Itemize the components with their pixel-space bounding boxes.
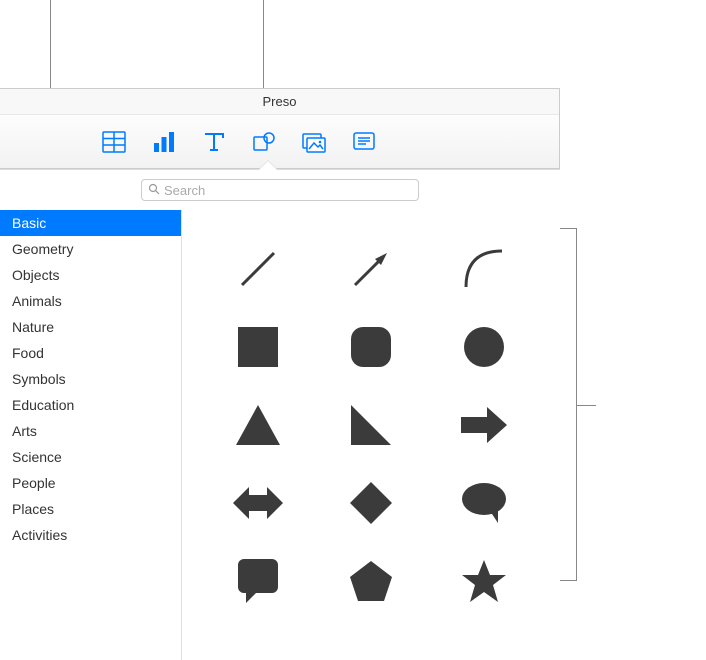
shape-arrow-left-right[interactable] bbox=[228, 473, 288, 533]
search-input[interactable] bbox=[164, 183, 412, 198]
sidebar-item-basic[interactable]: Basic bbox=[0, 210, 181, 236]
shape-icon bbox=[252, 131, 276, 153]
shape-diamond[interactable] bbox=[341, 473, 401, 533]
shape-line[interactable] bbox=[228, 239, 288, 299]
sidebar-item-label: Food bbox=[12, 345, 44, 361]
sidebar-item-education[interactable]: Education bbox=[0, 392, 181, 418]
sidebar-item-animals[interactable]: Animals bbox=[0, 288, 181, 314]
sidebar-item-label: Symbols bbox=[12, 371, 66, 387]
popover-body: Basic Geometry Objects Animals Nature Food Sym… bbox=[0, 210, 560, 660]
table-icon bbox=[102, 131, 126, 153]
sidebar-item-label: Science bbox=[12, 449, 62, 465]
text-icon bbox=[203, 131, 225, 153]
sidebar-item-objects[interactable]: Objects bbox=[0, 262, 181, 288]
shape-triangle[interactable] bbox=[228, 395, 288, 455]
shape-circle[interactable] bbox=[454, 317, 514, 377]
sidebar-item-label: Objects bbox=[12, 267, 59, 283]
sidebar-item-activities[interactable]: Activities bbox=[0, 522, 181, 548]
sidebar-item-label: Animals bbox=[12, 293, 62, 309]
callout-line bbox=[559, 228, 576, 229]
sidebar-item-label: Geometry bbox=[12, 241, 73, 257]
sidebar-item-label: Arts bbox=[12, 423, 37, 439]
popover-arrow bbox=[258, 160, 278, 170]
shape-star[interactable] bbox=[454, 551, 514, 611]
shape-callout-square[interactable] bbox=[228, 551, 288, 611]
shape-button[interactable] bbox=[250, 128, 278, 156]
shape-arrow-right[interactable] bbox=[454, 395, 514, 455]
shape-arrow-line[interactable] bbox=[341, 239, 401, 299]
sidebar-item-label: People bbox=[12, 475, 56, 491]
table-button[interactable] bbox=[100, 128, 128, 156]
sidebar-item-label: Places bbox=[12, 501, 54, 517]
sidebar-item-geometry[interactable]: Geometry bbox=[0, 236, 181, 262]
shape-square[interactable] bbox=[228, 317, 288, 377]
shape-speech-bubble[interactable] bbox=[454, 473, 514, 533]
sidebar-item-label: Education bbox=[12, 397, 74, 413]
callout-line bbox=[559, 580, 576, 581]
sidebar-item-symbols[interactable]: Symbols bbox=[0, 366, 181, 392]
shape-pentagon[interactable] bbox=[341, 551, 401, 611]
sidebar-item-food[interactable]: Food bbox=[0, 340, 181, 366]
media-icon bbox=[302, 131, 326, 153]
search-row bbox=[0, 170, 560, 210]
shapes-popover: Basic Geometry Objects Animals Nature Food Sym… bbox=[0, 169, 560, 659]
search-icon bbox=[148, 183, 160, 198]
shape-right-triangle[interactable] bbox=[341, 395, 401, 455]
shapes-grid bbox=[182, 210, 560, 660]
sidebar-item-nature[interactable]: Nature bbox=[0, 314, 181, 340]
shape-rounded-square[interactable] bbox=[341, 317, 401, 377]
comment-button[interactable] bbox=[350, 128, 378, 156]
sidebar-item-label: Basic bbox=[12, 215, 46, 231]
text-button[interactable] bbox=[200, 128, 228, 156]
sidebar-item-science[interactable]: Science bbox=[0, 444, 181, 470]
chart-button[interactable] bbox=[150, 128, 178, 156]
window-title: Preso bbox=[263, 94, 297, 109]
sidebar-item-places[interactable]: Places bbox=[0, 496, 181, 522]
callout-line bbox=[576, 405, 596, 406]
chart-icon bbox=[152, 131, 176, 153]
comment-icon bbox=[352, 131, 376, 153]
sidebar-item-arts[interactable]: Arts bbox=[0, 418, 181, 444]
shape-curve[interactable] bbox=[454, 239, 514, 299]
sidebar-item-label: Activities bbox=[12, 527, 67, 543]
toolbar bbox=[0, 115, 559, 169]
app-window: Preso bbox=[0, 88, 560, 656]
sidebar-item-label: Nature bbox=[12, 319, 54, 335]
sidebar-item-people[interactable]: People bbox=[0, 470, 181, 496]
media-button[interactable] bbox=[300, 128, 328, 156]
titlebar: Preso bbox=[0, 89, 559, 115]
category-sidebar: Basic Geometry Objects Animals Nature Food Sym… bbox=[0, 210, 182, 660]
search-box[interactable] bbox=[141, 179, 419, 201]
